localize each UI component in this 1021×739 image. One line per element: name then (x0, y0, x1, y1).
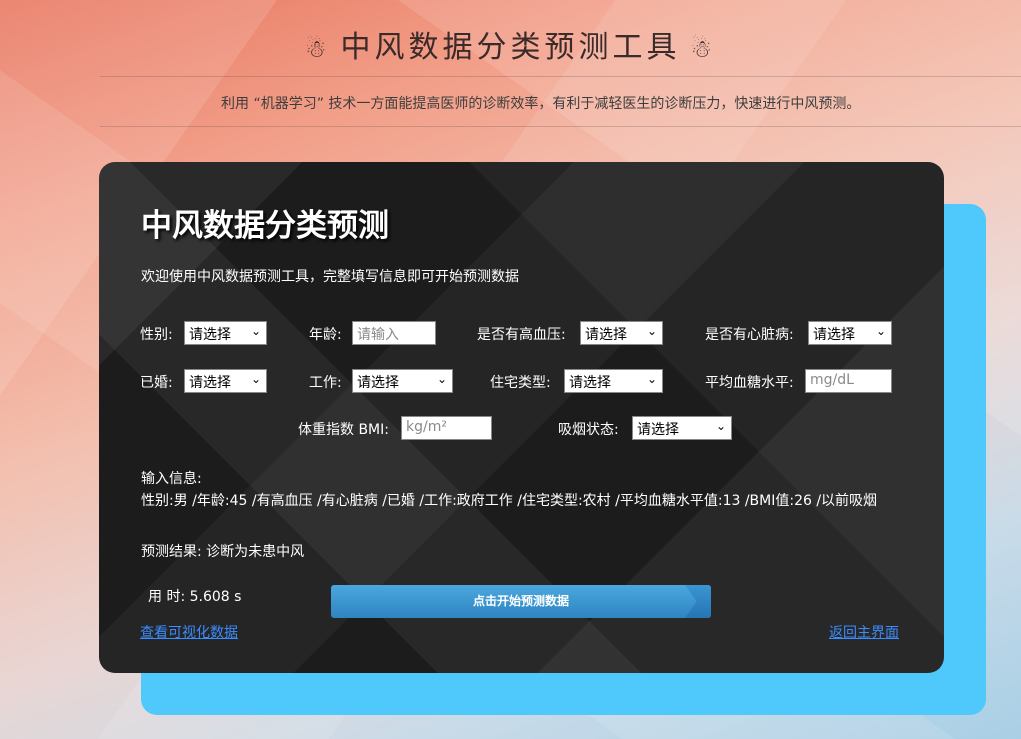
chevron-down-icon: ⌄ (875, 324, 886, 338)
smoking-label: 吸烟状态: (558, 422, 619, 438)
hypertension-label: 是否有高血压: (477, 327, 566, 343)
chevron-down-icon: ⌄ (250, 372, 261, 386)
divider (100, 126, 1021, 127)
work-label: 工作: (309, 375, 342, 391)
married-select[interactable]: 请选择 ⌄ (184, 369, 267, 393)
glucose-label: 平均血糖水平: (705, 375, 794, 391)
view-visualization-link[interactable]: 查看可视化数据 (140, 622, 238, 642)
heart-disease-label: 是否有心脏病: (705, 327, 794, 343)
page-title-text: 中风数据分类预测工具 (340, 30, 681, 65)
smoking-select-value: 请选择 (637, 422, 679, 438)
start-prediction-label: 点击开始预测数据 (472, 594, 569, 608)
chevron-down-icon: ⌄ (436, 372, 447, 386)
smoking-select[interactable]: 请选择 ⌄ (632, 416, 732, 440)
glucose-input[interactable]: mg/dL (805, 369, 892, 393)
residence-label: 住宅类型: (490, 375, 551, 391)
page-title: ☃ 中风数据分类预测工具 ☃ (0, 22, 1021, 66)
prediction-result: 预测结果: 诊断为未患中风 (141, 544, 305, 560)
chevron-down-icon: ⌄ (646, 372, 657, 386)
snowman-icon: ☃ (304, 35, 331, 63)
divider (100, 76, 1021, 77)
residence-select[interactable]: 请选择 ⌄ (564, 369, 663, 393)
input-info-heading: 输入信息: (141, 471, 202, 487)
residence-select-value: 请选择 (569, 375, 611, 391)
hypertension-select[interactable]: 请选择 ⌄ (580, 321, 663, 345)
welcome-text: 欢迎使用中风数据预测工具，完整填写信息即可开始预测数据 (141, 269, 519, 285)
work-select-value: 请选择 (357, 375, 399, 391)
chevron-down-icon: ⌄ (715, 419, 726, 433)
arrow-right-icon (685, 585, 711, 618)
age-label: 年龄: (309, 327, 342, 343)
age-input[interactable]: 请输入 (352, 321, 436, 345)
gender-label: 性别: (140, 327, 173, 343)
snowman-icon: ☃ (690, 35, 717, 63)
hypertension-select-value: 请选择 (585, 327, 627, 343)
chevron-down-icon: ⌄ (646, 324, 657, 338)
heart-disease-select[interactable]: 请选择 ⌄ (808, 321, 892, 345)
work-select[interactable]: 请选择 ⌄ (352, 369, 453, 393)
gender-select-value: 请选择 (189, 327, 231, 343)
page-subtitle: 利用 “机器学习” 技术一方面能提高医师的诊断效率，有利于减轻医生的诊断压力，快… (221, 96, 861, 112)
heart-disease-select-value: 请选择 (813, 327, 855, 343)
bmi-label: 体重指数 BMI: (298, 422, 389, 438)
back-to-home-link[interactable]: 返回主界面 (829, 622, 899, 642)
prediction-card: 中风数据分类预测 欢迎使用中风数据预测工具，完整填写信息即可开始预测数据 性别:… (99, 162, 944, 673)
bmi-input[interactable]: kg/m² (401, 416, 492, 440)
married-select-value: 请选择 (189, 375, 231, 391)
input-info-summary: 性别:男 /年龄:45 /有高血压 /有心脏病 /已婚 /工作:政府工作 /住宅… (141, 493, 878, 509)
married-label: 已婚: (140, 375, 173, 391)
gender-select[interactable]: 请选择 ⌄ (184, 321, 267, 345)
card-title: 中风数据分类预测 (141, 208, 389, 244)
elapsed-time: 用 时: 5.608 s (148, 589, 242, 605)
chevron-down-icon: ⌄ (250, 324, 261, 338)
start-prediction-button[interactable]: 点击开始预测数据 (331, 585, 711, 618)
